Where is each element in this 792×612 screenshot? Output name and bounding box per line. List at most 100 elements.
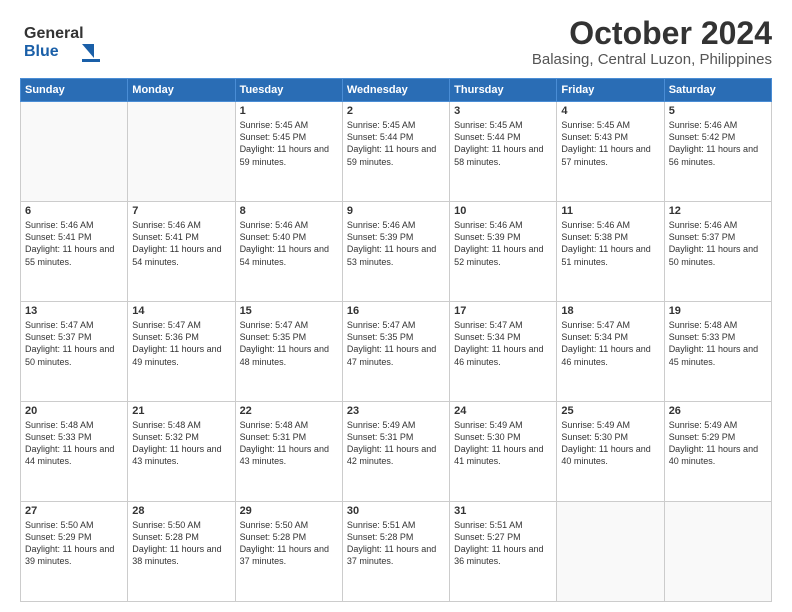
calendar-cell-w1-d0: 6Sunrise: 5:46 AM Sunset: 5:41 PM Daylig… <box>21 202 128 302</box>
day-detail: Sunrise: 5:48 AM Sunset: 5:33 PM Dayligh… <box>669 319 767 368</box>
calendar-cell-w1-d3: 9Sunrise: 5:46 AM Sunset: 5:39 PM Daylig… <box>342 202 449 302</box>
calendar-cell-w1-d1: 7 Sunrise: 5:46 AM Sunset: 5:41 PM Daylig… <box>128 202 235 302</box>
calendar-cell-w0-d6: 5Sunrise: 5:46 AM Sunset: 5:42 PM Daylig… <box>664 102 771 202</box>
day-detail: Sunrise: 5:50 AM Sunset: 5:28 PM Dayligh… <box>240 519 338 568</box>
calendar-cell-w0-d5: 4Sunrise: 5:45 AM Sunset: 5:43 PM Daylig… <box>557 102 664 202</box>
day-number: 28 <box>132 505 230 517</box>
calendar-cell-w4-d3: 30 Sunrise: 5:51 AM Sunset: 5:28 PM Dayli… <box>342 502 449 602</box>
calendar-cell-w2-d5: 18 Sunrise: 5:47 AM Sunset: 5:34 PM Dayli… <box>557 302 664 402</box>
day-number: 12 <box>669 205 767 217</box>
day-detail: Sunrise: 5:45 AM Sunset: 5:45 PM Dayligh… <box>240 119 338 168</box>
day-detail: Sunrise: 5:47 AM Sunset: 5:34 PM Dayligh… <box>561 319 659 368</box>
day-number: 29 <box>240 505 338 517</box>
day-detail: Sunrise: 5:48 AM Sunset: 5:33 PM Dayligh… <box>25 419 123 468</box>
day-detail: Sunrise: 5:48 AM Sunset: 5:31 PM Dayligh… <box>240 419 338 468</box>
calendar-cell-w3-d6: 26Sunrise: 5:49 AM Sunset: 5:29 PM Dayli… <box>664 402 771 502</box>
svg-text:Blue: Blue <box>24 43 59 60</box>
calendar-cell-w2-d3: 16 Sunrise: 5:47 AM Sunset: 5:35 PM Dayli… <box>342 302 449 402</box>
day-number: 27 <box>25 505 123 517</box>
calendar-week-0: 1 Sunrise: 5:45 AM Sunset: 5:45 PM Daylig… <box>21 102 772 202</box>
header-saturday: Saturday <box>664 79 771 102</box>
calendar-cell-w1-d2: 8 Sunrise: 5:46 AM Sunset: 5:40 PM Daylig… <box>235 202 342 302</box>
day-number: 30 <box>347 505 445 517</box>
calendar-cell-w2-d6: 19 Sunrise: 5:48 AM Sunset: 5:33 PM Dayli… <box>664 302 771 402</box>
day-detail: Sunrise: 5:46 AM Sunset: 5:37 PM Dayligh… <box>669 219 767 268</box>
day-number: 13 <box>25 305 123 317</box>
calendar-body: 1 Sunrise: 5:45 AM Sunset: 5:45 PM Daylig… <box>21 102 772 602</box>
day-detail: Sunrise: 5:49 AM Sunset: 5:30 PM Dayligh… <box>454 419 552 468</box>
calendar-cell-w4-d0: 27 Sunrise: 5:50 AM Sunset: 5:29 PM Dayli… <box>21 502 128 602</box>
day-number: 21 <box>132 405 230 417</box>
day-detail: Sunrise: 5:47 AM Sunset: 5:37 PM Dayligh… <box>25 319 123 368</box>
calendar-week-1: 6Sunrise: 5:46 AM Sunset: 5:41 PM Daylig… <box>21 202 772 302</box>
day-number: 2 <box>347 105 445 117</box>
calendar-cell-w3-d4: 24 Sunrise: 5:49 AM Sunset: 5:30 PM Dayli… <box>450 402 557 502</box>
header-tuesday: Tuesday <box>235 79 342 102</box>
day-number: 31 <box>454 505 552 517</box>
calendar-cell-w2-d0: 13 Sunrise: 5:47 AM Sunset: 5:37 PM Dayli… <box>21 302 128 402</box>
calendar-cell-w2-d1: 14 Sunrise: 5:47 AM Sunset: 5:36 PM Dayli… <box>128 302 235 402</box>
calendar-title: October 2024 <box>532 16 772 51</box>
calendar-cell-w2-d2: 15Sunrise: 5:47 AM Sunset: 5:35 PM Dayli… <box>235 302 342 402</box>
day-number: 17 <box>454 305 552 317</box>
calendar-cell-w3-d0: 20Sunrise: 5:48 AM Sunset: 5:33 PM Dayli… <box>21 402 128 502</box>
day-detail: Sunrise: 5:47 AM Sunset: 5:35 PM Dayligh… <box>347 319 445 368</box>
calendar-subtitle: Balasing, Central Luzon, Philippines <box>532 51 772 68</box>
title-block: October 2024 Balasing, Central Luzon, Ph… <box>532 16 772 68</box>
day-number: 18 <box>561 305 659 317</box>
calendar-cell-w1-d6: 12 Sunrise: 5:46 AM Sunset: 5:37 PM Dayli… <box>664 202 771 302</box>
calendar-cell-w1-d4: 10Sunrise: 5:46 AM Sunset: 5:39 PM Dayli… <box>450 202 557 302</box>
calendar-cell-w3-d1: 21Sunrise: 5:48 AM Sunset: 5:32 PM Dayli… <box>128 402 235 502</box>
day-number: 24 <box>454 405 552 417</box>
header-monday: Monday <box>128 79 235 102</box>
day-detail: Sunrise: 5:51 AM Sunset: 5:28 PM Dayligh… <box>347 519 445 568</box>
day-number: 16 <box>347 305 445 317</box>
day-number: 3 <box>454 105 552 117</box>
calendar-week-2: 13 Sunrise: 5:47 AM Sunset: 5:37 PM Dayli… <box>21 302 772 402</box>
svg-text:General: General <box>24 25 84 42</box>
day-number: 23 <box>347 405 445 417</box>
calendar-cell-w3-d2: 22 Sunrise: 5:48 AM Sunset: 5:31 PM Dayli… <box>235 402 342 502</box>
calendar-week-3: 20Sunrise: 5:48 AM Sunset: 5:33 PM Dayli… <box>21 402 772 502</box>
day-number: 22 <box>240 405 338 417</box>
calendar-table: Sunday Monday Tuesday Wednesday Thursday… <box>20 78 772 602</box>
day-number: 1 <box>240 105 338 117</box>
calendar-week-4: 27 Sunrise: 5:50 AM Sunset: 5:29 PM Dayli… <box>21 502 772 602</box>
header-thursday: Thursday <box>450 79 557 102</box>
calendar-cell-w2-d4: 17 Sunrise: 5:47 AM Sunset: 5:34 PM Dayli… <box>450 302 557 402</box>
day-number: 25 <box>561 405 659 417</box>
calendar-cell-w1-d5: 11 Sunrise: 5:46 AM Sunset: 5:38 PM Dayli… <box>557 202 664 302</box>
calendar-cell-w4-d1: 28Sunrise: 5:50 AM Sunset: 5:28 PM Dayli… <box>128 502 235 602</box>
page: General Blue October 2024 Balasing, Cent… <box>0 0 792 612</box>
day-detail: Sunrise: 5:45 AM Sunset: 5:44 PM Dayligh… <box>347 119 445 168</box>
calendar-header-row: Sunday Monday Tuesday Wednesday Thursday… <box>21 79 772 102</box>
calendar-cell-w4-d2: 29 Sunrise: 5:50 AM Sunset: 5:28 PM Dayli… <box>235 502 342 602</box>
calendar-cell-w0-d4: 3 Sunrise: 5:45 AM Sunset: 5:44 PM Daylig… <box>450 102 557 202</box>
calendar-cell-w0-d2: 1 Sunrise: 5:45 AM Sunset: 5:45 PM Daylig… <box>235 102 342 202</box>
header-sunday: Sunday <box>21 79 128 102</box>
calendar-cell-w4-d5 <box>557 502 664 602</box>
day-detail: Sunrise: 5:45 AM Sunset: 5:44 PM Dayligh… <box>454 119 552 168</box>
day-number: 8 <box>240 205 338 217</box>
day-detail: Sunrise: 5:46 AM Sunset: 5:39 PM Dayligh… <box>347 219 445 268</box>
day-detail: Sunrise: 5:46 AM Sunset: 5:40 PM Dayligh… <box>240 219 338 268</box>
day-number: 11 <box>561 205 659 217</box>
day-detail: Sunrise: 5:46 AM Sunset: 5:38 PM Dayligh… <box>561 219 659 268</box>
day-detail: Sunrise: 5:50 AM Sunset: 5:29 PM Dayligh… <box>25 519 123 568</box>
day-detail: Sunrise: 5:47 AM Sunset: 5:34 PM Dayligh… <box>454 319 552 368</box>
day-number: 7 <box>132 205 230 217</box>
day-detail: Sunrise: 5:45 AM Sunset: 5:43 PM Dayligh… <box>561 119 659 168</box>
day-detail: Sunrise: 5:49 AM Sunset: 5:31 PM Dayligh… <box>347 419 445 468</box>
day-detail: Sunrise: 5:46 AM Sunset: 5:39 PM Dayligh… <box>454 219 552 268</box>
day-detail: Sunrise: 5:47 AM Sunset: 5:36 PM Dayligh… <box>132 319 230 368</box>
calendar-cell-w3-d3: 23 Sunrise: 5:49 AM Sunset: 5:31 PM Dayli… <box>342 402 449 502</box>
header: General Blue October 2024 Balasing, Cent… <box>20 16 772 68</box>
day-detail: Sunrise: 5:51 AM Sunset: 5:27 PM Dayligh… <box>454 519 552 568</box>
day-number: 5 <box>669 105 767 117</box>
day-number: 26 <box>669 405 767 417</box>
day-detail: Sunrise: 5:46 AM Sunset: 5:41 PM Dayligh… <box>132 219 230 268</box>
day-number: 19 <box>669 305 767 317</box>
header-wednesday: Wednesday <box>342 79 449 102</box>
day-detail: Sunrise: 5:46 AM Sunset: 5:41 PM Dayligh… <box>25 219 123 268</box>
day-number: 14 <box>132 305 230 317</box>
